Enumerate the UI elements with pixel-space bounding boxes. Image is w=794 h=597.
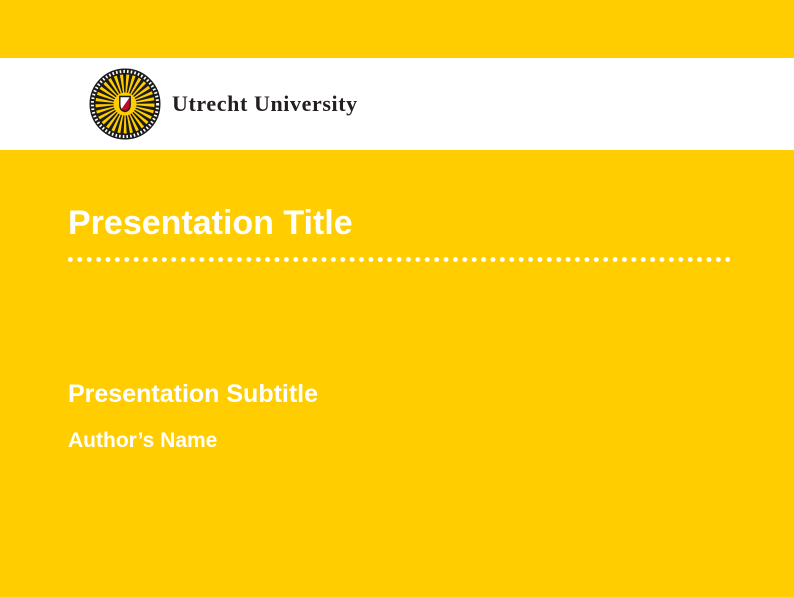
university-seal-icon (89, 68, 161, 140)
dotted-divider (68, 256, 730, 263)
logo-band: Utrecht University (0, 58, 794, 150)
title-slide: Utrecht University Presentation Title Pr… (0, 0, 794, 597)
utrecht-university-logo: Utrecht University (89, 68, 358, 140)
author-name: Author’s Name (68, 429, 217, 452)
university-name-label: Utrecht University (172, 91, 358, 117)
presentation-subtitle: Presentation Subtitle (68, 381, 318, 409)
presentation-title: Presentation Title (68, 206, 353, 240)
